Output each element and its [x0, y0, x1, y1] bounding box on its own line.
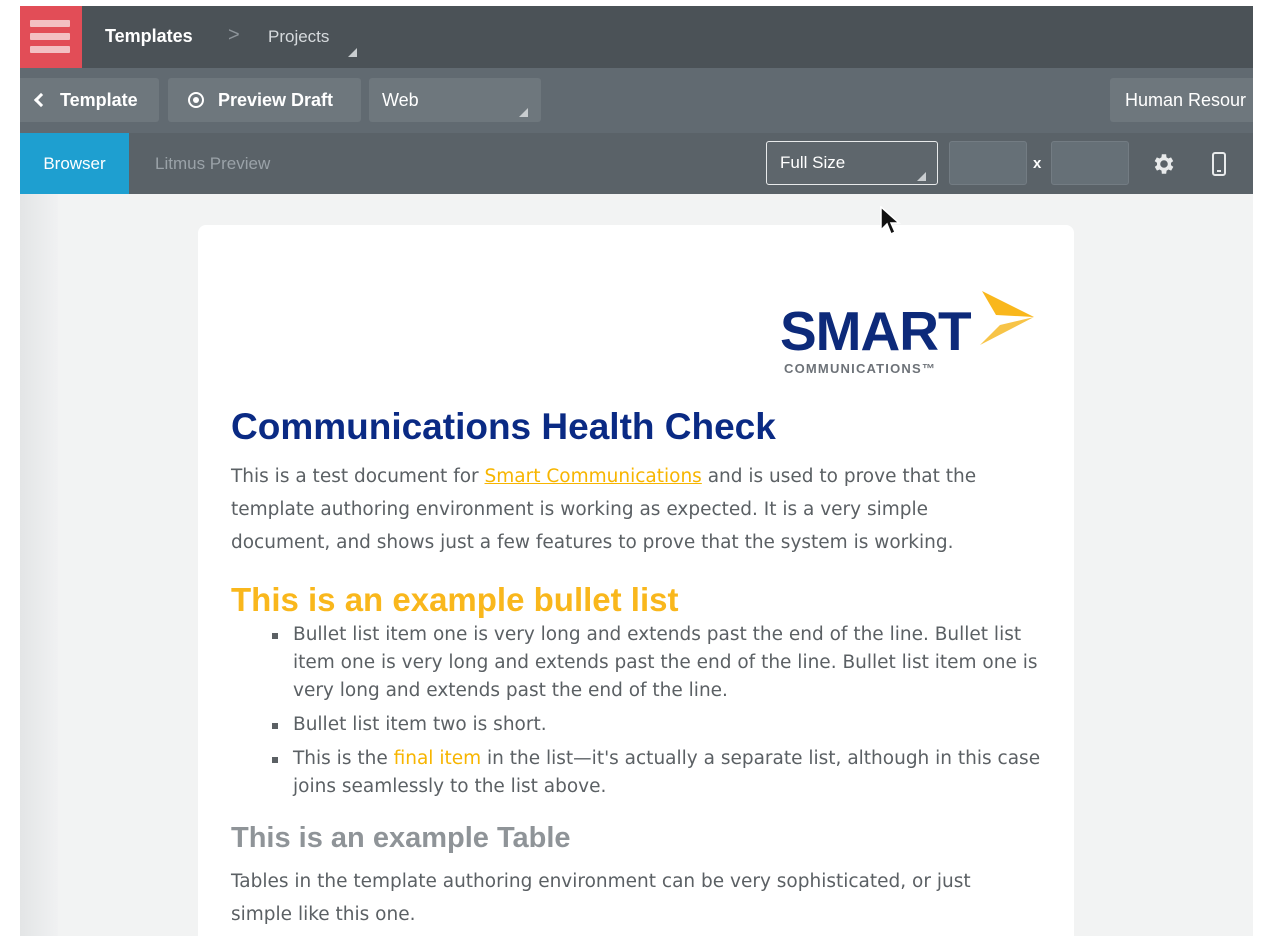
project-select-value: Human Resour	[1125, 89, 1247, 110]
table-heading: This is an example Table	[231, 822, 571, 854]
preview-size-select[interactable]: Full Size	[766, 141, 938, 185]
mouse-cursor-icon	[880, 206, 901, 236]
document-toolbar: Template Preview Draft Web Human Resour	[20, 68, 1253, 133]
mobile-phone-icon[interactable]	[1212, 152, 1226, 176]
bullet-list: Bullet list item one is very long and ex…	[272, 621, 1053, 807]
channel-select-value: Web	[382, 89, 419, 110]
preview-bar: Browser Litmus Preview Full Size x	[20, 133, 1253, 194]
menu-button[interactable]	[20, 6, 82, 68]
logo-wordmark: SMART	[780, 300, 972, 362]
preview-draft-button[interactable]: Preview Draft	[168, 78, 361, 122]
intro-text-before: This is a test document for	[231, 466, 485, 487]
dropdown-corner-icon	[348, 48, 357, 57]
breadcrumb-projects[interactable]: Projects	[268, 27, 329, 47]
list-item-text-before: This is the	[293, 748, 394, 769]
hamburger-icon-bar	[30, 46, 70, 53]
logo-tagline: COMMUNICATIONS™	[784, 361, 937, 376]
chevron-left-icon	[33, 92, 49, 108]
smart-communications-logo: SMART COMMUNICATIONS™	[780, 291, 1040, 386]
back-to-template-button[interactable]: Template	[20, 78, 159, 122]
eye-icon	[188, 92, 204, 108]
table-intro-paragraph: Tables in the template authoring environ…	[231, 871, 971, 925]
back-button-label: Template	[60, 89, 138, 110]
dimension-separator: x	[1033, 155, 1042, 172]
smart-communications-link[interactable]: Smart Communications	[485, 466, 702, 487]
preview-size-value: Full Size	[780, 153, 846, 172]
list-item: This is the final item in the list—it's …	[272, 745, 1053, 801]
breadcrumb-templates[interactable]: Templates	[105, 26, 193, 47]
bullet-list-heading: This is an example bullet list	[231, 581, 679, 618]
tab-litmus-preview[interactable]: Litmus Preview	[155, 154, 270, 174]
hamburger-icon-bar	[30, 33, 70, 40]
dropdown-corner-icon	[917, 172, 926, 181]
dropdown-corner-icon	[519, 108, 528, 117]
gear-icon[interactable]	[1151, 151, 1177, 177]
preview-button-label: Preview Draft	[218, 89, 334, 110]
hamburger-icon	[30, 20, 70, 27]
tab-browser[interactable]: Browser	[20, 133, 129, 194]
channel-select[interactable]: Web	[369, 78, 541, 122]
preview-height-input[interactable]	[1051, 141, 1129, 185]
list-item: Bullet list item one is very long and ex…	[272, 621, 1053, 705]
logo-chevron-icon	[980, 291, 1034, 345]
project-select[interactable]: Human Resour	[1110, 78, 1253, 122]
list-item: Bullet list item two is short.	[272, 711, 1053, 739]
intro-paragraph: This is a test document for Smart Commun…	[231, 460, 1031, 559]
top-bar: Templates > Projects	[20, 6, 1253, 68]
breadcrumb-separator-icon: >	[228, 24, 240, 46]
app-window: Templates > Projects Template Preview Dr…	[20, 6, 1253, 936]
final-item-highlight: final item	[393, 748, 482, 769]
preview-width-input[interactable]	[949, 141, 1027, 185]
document-title: Communications Health Check	[231, 406, 776, 447]
canvas-shade	[20, 194, 58, 936]
document-preview: SMART COMMUNICATIONS™ Communications Hea…	[198, 225, 1074, 936]
